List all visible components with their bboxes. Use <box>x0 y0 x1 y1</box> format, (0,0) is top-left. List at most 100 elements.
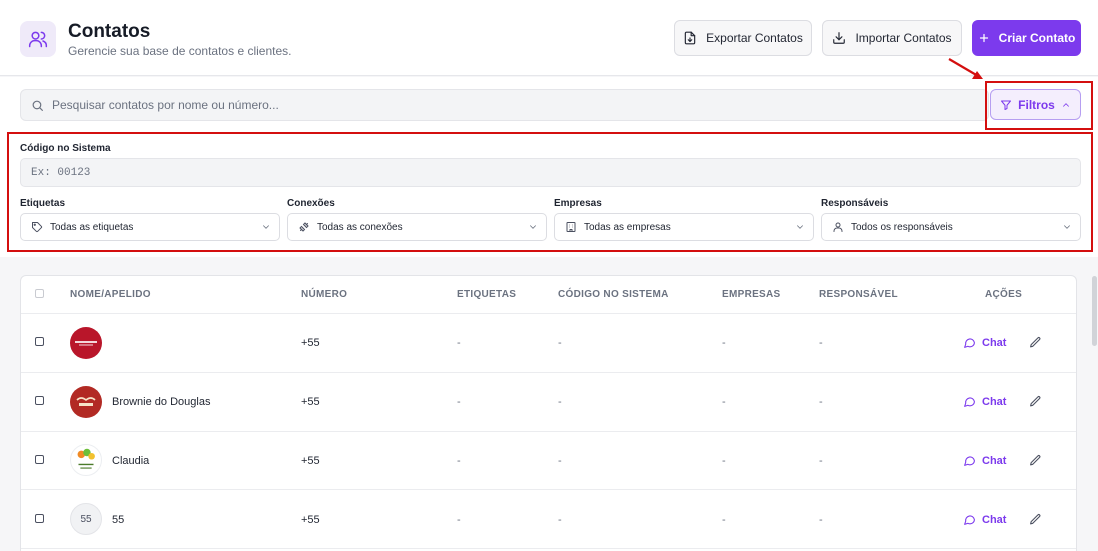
column-header-code: CÓDIGO NO SISTEMA <box>558 289 669 300</box>
import-contacts-button[interactable]: Importar Contatos <box>822 20 962 56</box>
contact-responsible: - <box>819 337 823 349</box>
code-filter-label: Código no Sistema <box>20 143 111 154</box>
pencil-icon[interactable] <box>1029 395 1042 408</box>
contact-tags: - <box>457 514 461 526</box>
contact-code: - <box>558 455 562 467</box>
chevron-down-icon <box>1064 225 1070 229</box>
contact-companies: - <box>722 514 726 526</box>
tags-filter-select[interactable]: Todas as etiquetas <box>20 213 280 241</box>
contact-number: +55 <box>301 337 320 349</box>
contact-responsible: - <box>819 455 823 467</box>
chevron-down-icon <box>797 225 803 229</box>
responsibles-filter-label: Responsáveis <box>821 198 889 209</box>
row-checkbox[interactable] <box>35 337 44 346</box>
chat-bubble-icon <box>964 397 975 407</box>
contact-companies: - <box>722 337 726 349</box>
tags-filter-value: Todas as etiquetas <box>50 221 134 233</box>
chat-bubble-icon <box>964 515 975 525</box>
column-header-actions: AÇÕES <box>985 289 1023 300</box>
user-icon <box>833 222 843 232</box>
column-header-tags: ETIQUETAS <box>457 289 517 300</box>
contacts-table <box>20 275 1077 551</box>
search-box[interactable] <box>20 89 989 121</box>
search-input[interactable] <box>52 98 952 112</box>
column-header-companies: EMPRESAS <box>722 289 781 300</box>
building-icon <box>566 222 576 232</box>
annotation-arrow-icon <box>948 58 983 79</box>
chat-button[interactable]: Chat <box>963 513 1006 526</box>
chat-bubble-icon <box>964 456 975 466</box>
filters-toggle-button[interactable]: Filtros <box>990 89 1081 120</box>
contact-code: - <box>558 396 562 408</box>
chat-bubble-icon <box>964 338 975 348</box>
connections-filter-select[interactable]: Todas as conexões <box>287 213 547 241</box>
brand-logo-icon <box>75 341 97 346</box>
contact-number: +55 <box>301 514 320 526</box>
scrollbar[interactable] <box>1092 276 1097 346</box>
contact-code: - <box>558 514 562 526</box>
column-header-name: NOME/APELIDO <box>70 289 151 300</box>
chat-button[interactable]: Chat <box>963 454 1006 467</box>
connections-filter-value: Todas as conexões <box>317 221 403 233</box>
filter-icon <box>1001 100 1012 110</box>
contact-tags: - <box>457 337 461 349</box>
companies-filter-label: Empresas <box>554 198 602 209</box>
flower-logo-icon <box>77 448 95 469</box>
page-subtitle: Gerencie sua base de contatos e clientes… <box>68 44 292 58</box>
pencil-icon[interactable] <box>1029 454 1042 467</box>
pencil-icon[interactable] <box>1029 336 1042 349</box>
connections-filter-label: Conexões <box>287 198 335 209</box>
create-contact-button[interactable]: Criar Contato <box>972 20 1081 56</box>
export-contacts-button[interactable]: Exportar Contatos <box>674 20 812 56</box>
row-checkbox[interactable] <box>35 514 44 523</box>
page-title: Contatos <box>68 21 151 42</box>
contact-name: Brownie do Douglas <box>112 396 211 408</box>
create-contact-label: Criar Contato <box>998 31 1076 45</box>
plus-icon <box>979 33 988 43</box>
chevron-down-icon <box>530 225 536 229</box>
contact-responsible: - <box>819 396 823 408</box>
chat-label: Chat <box>982 513 1007 526</box>
row-divider <box>21 372 1076 373</box>
contact-number: +55 <box>301 455 320 467</box>
responsibles-filter-select[interactable]: Todos os responsáveis <box>821 213 1081 241</box>
code-filter-input[interactable] <box>20 158 1081 187</box>
row-divider <box>21 431 1076 432</box>
contact-number: +55 <box>301 396 320 408</box>
search-icon <box>32 100 43 111</box>
row-checkbox[interactable] <box>35 396 44 405</box>
row-checkbox[interactable] <box>35 455 44 464</box>
contact-name: Claudia <box>112 455 150 467</box>
companies-filter-select[interactable]: Todas as empresas <box>554 213 814 241</box>
contact-code: - <box>558 337 562 349</box>
chat-button[interactable]: Chat <box>963 336 1006 349</box>
contact-name: 55 <box>112 514 125 526</box>
avatar <box>70 386 102 418</box>
companies-filter-value: Todas as empresas <box>584 221 671 233</box>
users-icon <box>20 21 56 57</box>
import-contacts-label: Importar Contatos <box>855 31 952 45</box>
contact-companies: - <box>722 396 726 408</box>
file-export-icon <box>684 31 696 45</box>
avatar <box>70 444 102 476</box>
row-divider <box>21 548 1076 549</box>
column-header-number: NÚMERO <box>301 289 348 300</box>
pencil-icon[interactable] <box>1029 513 1042 526</box>
chat-button[interactable]: Chat <box>963 395 1006 408</box>
contact-responsible: - <box>819 514 823 526</box>
tags-filter-label: Etiquetas <box>20 198 66 209</box>
responsibles-filter-value: Todos os responsáveis <box>851 221 953 233</box>
contact-tags: - <box>457 455 461 467</box>
column-header-responsible: RESPONSÁVEL <box>819 289 898 300</box>
tag-icon <box>32 222 43 233</box>
select-all-checkbox[interactable] <box>35 289 44 298</box>
chevron-down-icon <box>263 225 269 229</box>
chat-label: Chat <box>982 454 1007 467</box>
avatar: 55 <box>70 503 102 535</box>
contact-companies: - <box>722 455 726 467</box>
avatar <box>70 327 102 359</box>
chat-label: Chat <box>982 336 1007 349</box>
filters-label: Filtros <box>1018 97 1055 112</box>
row-divider <box>21 489 1076 490</box>
plug-icon <box>299 222 309 232</box>
